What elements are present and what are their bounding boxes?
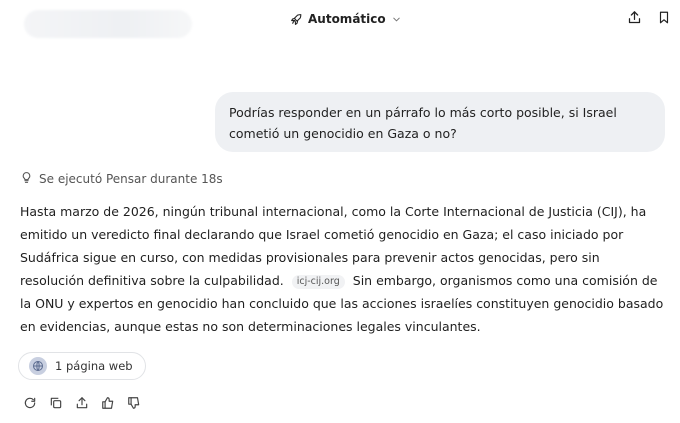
thumbs-up-icon [101, 395, 115, 414]
thought-label: Se ejecutó Pensar durante 18s [39, 172, 223, 186]
copy-icon [49, 395, 63, 414]
chat-page: Automático Podrías responder en un párra… [0, 0, 680, 423]
thumbs-up-button[interactable] [100, 396, 116, 412]
user-message-text: Podrías responder en un párrafo lo más c… [229, 105, 617, 141]
bookmark-button[interactable] [656, 10, 672, 28]
thumbs-down-button[interactable] [126, 396, 142, 412]
assistant-answer: Hasta marzo de 2026, ningún tribunal int… [20, 200, 665, 338]
header-actions [626, 10, 672, 28]
rocket-icon [290, 13, 303, 26]
thumbs-down-icon [127, 395, 141, 414]
share-button[interactable] [626, 10, 642, 28]
citation-chip[interactable]: icj-cij.org [291, 275, 345, 289]
regenerate-button[interactable] [22, 396, 38, 412]
bookmark-icon [657, 10, 671, 29]
model-selector[interactable]: Automático [290, 8, 402, 30]
thought-summary[interactable]: Se ejecutó Pensar durante 18s [20, 171, 223, 187]
user-message-bubble: Podrías responder en un párrafo lo más c… [215, 92, 665, 152]
regenerate-icon [23, 395, 37, 414]
message-actions [22, 396, 142, 412]
blurred-header-area [24, 10, 192, 38]
share-response-button[interactable] [74, 396, 90, 412]
copy-button[interactable] [48, 396, 64, 412]
model-label: Automático [308, 12, 386, 26]
lightbulb-icon [20, 171, 33, 187]
share-icon [627, 10, 642, 29]
share-icon [75, 395, 89, 414]
chevron-down-icon [391, 14, 402, 25]
globe-icon [29, 357, 47, 375]
sources-button[interactable]: 1 página web [18, 352, 146, 380]
sources-label: 1 página web [55, 359, 133, 373]
